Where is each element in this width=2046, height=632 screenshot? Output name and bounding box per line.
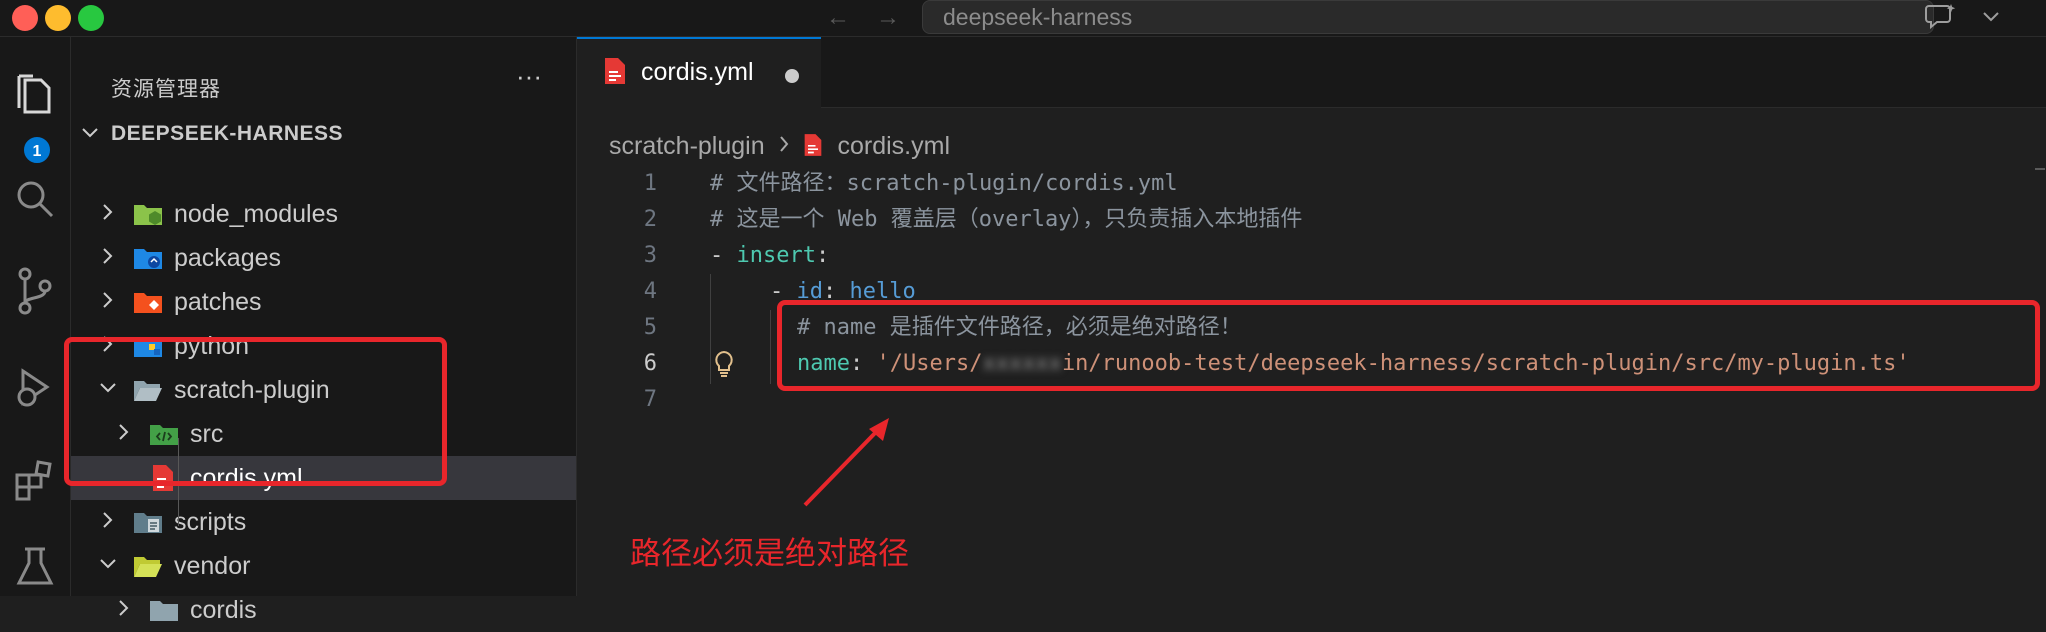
minimize-window-button[interactable] [45, 5, 71, 31]
scripts-folder-icon [133, 510, 162, 534]
nodejs-folder-icon [133, 202, 162, 226]
close-window-button[interactable] [12, 5, 38, 31]
chevron-right-icon [101, 507, 115, 539]
tree-item-cordis[interactable]: cordis [71, 588, 576, 632]
editor-area: cordis.yml scratch-plugin cordis.yml 1 #… [577, 37, 2046, 596]
annotation-arrow-icon [803, 418, 889, 507]
search-icon[interactable] [0, 169, 70, 229]
forward-arrow-icon[interactable]: → [876, 4, 900, 32]
tree-item-packages[interactable]: packages [71, 236, 576, 280]
workspace-root[interactable]: DEEPSEEK-HARNESS [81, 122, 343, 146]
testing-icon[interactable] [0, 537, 70, 597]
files-icon[interactable] [0, 65, 70, 125]
patches-folder-icon [133, 290, 162, 314]
extensions-icon[interactable] [0, 451, 70, 511]
title-bar: ← → deepseek-harness [0, 0, 2046, 37]
workspace-root-label: DEEPSEEK-HARNESS [111, 122, 344, 145]
tree-item-label: vendor [174, 552, 251, 580]
tree-item-vendor[interactable]: vendor [71, 544, 576, 588]
chevron-down-icon [81, 122, 111, 146]
chevron-right-icon [101, 287, 115, 319]
tree-item-patches[interactable]: patches [71, 280, 576, 324]
source-control-icon[interactable] [0, 261, 70, 321]
command-center-search[interactable]: deepseek-harness [922, 0, 1934, 34]
chevron-right-icon [117, 595, 131, 627]
activity-bar: 1 [0, 37, 71, 596]
explorer-badge: 1 [22, 135, 52, 165]
explorer-title: 资源管理器 [111, 78, 221, 101]
annotation-label: 路径必须是绝对路径 [630, 536, 909, 571]
tree-item-label: scripts [174, 508, 247, 536]
tree-item-label: cordis [190, 596, 257, 624]
tree-item-node-modules[interactable]: node_modules [71, 192, 576, 236]
chevron-down-icon [99, 551, 117, 583]
chevron-right-icon [101, 243, 115, 275]
chat-sparkle-icon[interactable] [1925, 2, 1957, 40]
tree-item-label: node_modules [174, 200, 339, 228]
chevron-right-icon [101, 199, 115, 231]
highlight-box-tree [64, 337, 447, 486]
tree-item-label: packages [174, 244, 282, 272]
packages-folder-icon [133, 246, 162, 270]
back-arrow-icon[interactable]: ← [826, 4, 850, 32]
tree-item-scripts[interactable]: scripts [71, 500, 576, 544]
vendor-folder-icon [133, 554, 162, 578]
tree-item-label: patches [174, 288, 262, 316]
explorer-sidebar: 资源管理器 ··· DEEPSEEK-HARNESS node_modules … [64, 37, 577, 624]
folder-icon [149, 598, 178, 622]
chevron-down-icon[interactable] [1980, 2, 2002, 40]
run-debug-icon[interactable] [0, 357, 70, 417]
zoom-window-button[interactable] [78, 5, 104, 31]
more-actions-icon[interactable]: ··· [516, 61, 542, 92]
